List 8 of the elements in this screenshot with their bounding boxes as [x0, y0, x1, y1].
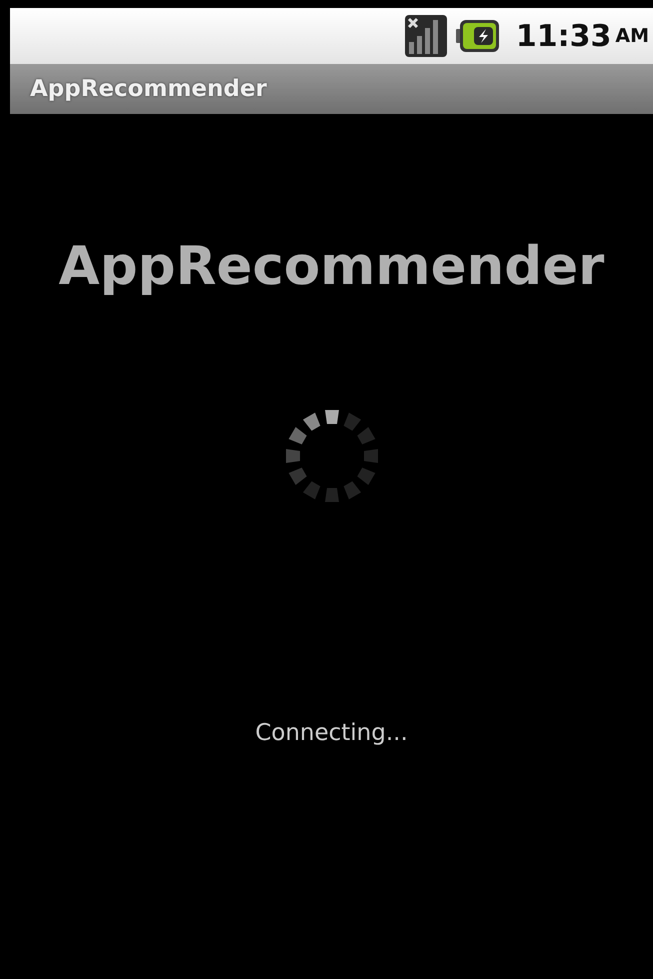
signal-icon	[404, 14, 448, 58]
status-message: Connecting...	[255, 720, 408, 746]
battery-icon	[456, 19, 500, 53]
loading-spinner-icon	[284, 408, 380, 504]
app-heading: AppRecommender	[58, 236, 604, 297]
clock-time: 11:33	[516, 18, 612, 54]
clock-meridiem: AM	[615, 25, 649, 47]
app-title: AppRecommender	[30, 76, 267, 102]
